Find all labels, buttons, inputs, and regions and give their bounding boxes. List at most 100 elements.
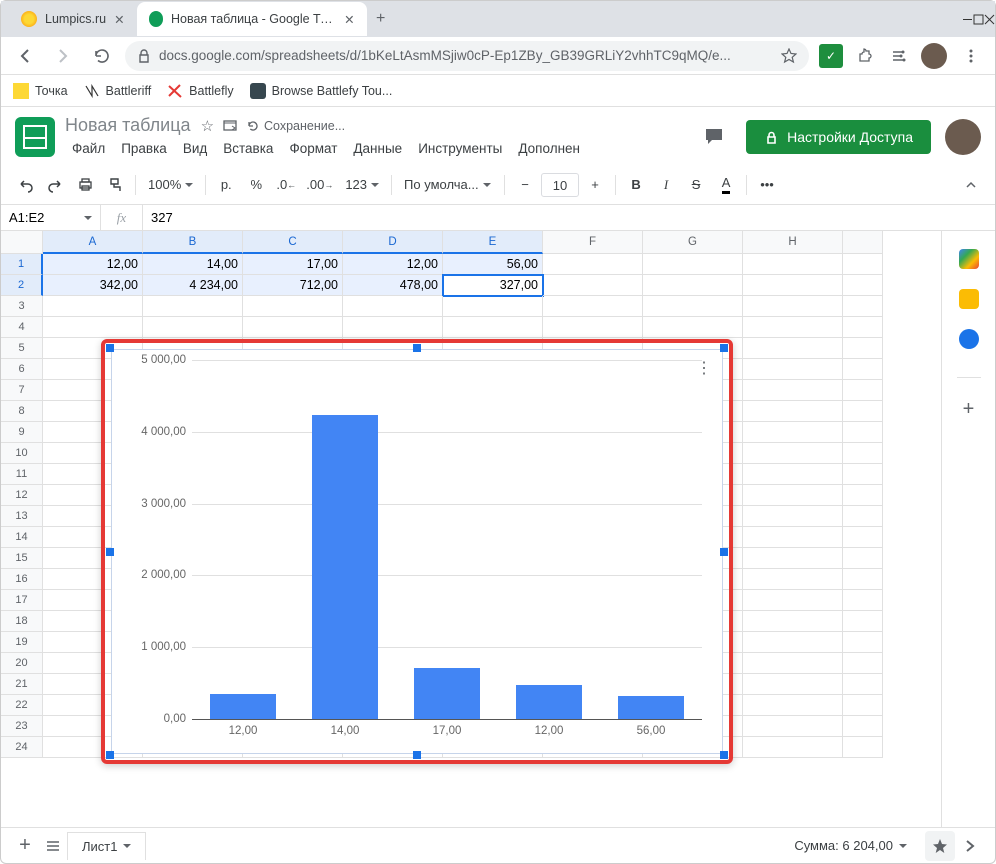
cell[interactable]	[843, 653, 883, 674]
percent-button[interactable]: %	[242, 171, 270, 199]
address-bar[interactable]: docs.google.com/spreadsheets/d/1bKeLtAsm…	[125, 41, 809, 71]
bold-button[interactable]: B	[622, 171, 650, 199]
add-sheet-button[interactable]: +	[11, 832, 39, 860]
cell[interactable]	[343, 296, 443, 317]
col-header-D[interactable]: D	[343, 231, 443, 254]
cell[interactable]	[843, 254, 883, 275]
cell[interactable]	[443, 317, 543, 338]
cell[interactable]	[843, 674, 883, 695]
browser-tab-0[interactable]: Lumpics.ru ✕	[9, 2, 137, 36]
move-icon[interactable]	[222, 117, 238, 135]
cell[interactable]	[743, 506, 843, 527]
extension-eq-icon[interactable]	[887, 44, 911, 68]
sheet-tab[interactable]: Лист1	[67, 832, 146, 860]
reload-button[interactable]	[87, 42, 115, 70]
cell[interactable]	[643, 275, 743, 296]
embedded-chart[interactable]: ⋮ 0,001 000,002 000,003 000,004 000,005 …	[111, 349, 723, 754]
cell[interactable]: 712,00	[243, 275, 343, 296]
cell[interactable]	[843, 338, 883, 359]
col-header-H[interactable]: H	[743, 231, 843, 254]
namebox[interactable]: A1:E2	[1, 205, 101, 230]
star-icon[interactable]: ☆	[201, 117, 214, 135]
cell[interactable]	[843, 359, 883, 380]
zoom-dropdown[interactable]: 100%	[142, 171, 199, 199]
cell[interactable]	[843, 548, 883, 569]
cell[interactable]	[843, 464, 883, 485]
cell[interactable]	[843, 527, 883, 548]
cell[interactable]	[743, 401, 843, 422]
cell[interactable]	[543, 275, 643, 296]
all-sheets-button[interactable]	[39, 832, 67, 860]
cell[interactable]: 56,00	[443, 254, 543, 275]
comments-button[interactable]	[696, 119, 732, 155]
close-icon[interactable]: ✕	[344, 12, 354, 27]
cell[interactable]	[743, 737, 843, 758]
row-header[interactable]: 14	[1, 527, 43, 548]
cell[interactable]	[643, 296, 743, 317]
number-format-dropdown[interactable]: 123	[339, 171, 385, 199]
row-header[interactable]: 13	[1, 506, 43, 527]
menu-addons[interactable]: Дополнен	[511, 138, 587, 159]
decrease-decimal-button[interactable]: .0←	[272, 171, 300, 199]
extension-check-icon[interactable]: ✓	[819, 44, 843, 68]
cell[interactable]: 478,00	[343, 275, 443, 296]
cell[interactable]	[743, 317, 843, 338]
cell[interactable]	[743, 485, 843, 506]
cell[interactable]	[743, 632, 843, 653]
select-all-corner[interactable]	[1, 231, 43, 254]
menu-format[interactable]: Формат	[282, 138, 344, 159]
col-header-E[interactable]: E	[443, 231, 543, 254]
cell[interactable]	[543, 254, 643, 275]
menu-data[interactable]: Данные	[346, 138, 409, 159]
cell[interactable]	[843, 317, 883, 338]
col-header-A[interactable]: A	[43, 231, 143, 254]
window-close-button[interactable]	[984, 14, 995, 25]
bookmark-3[interactable]: Browse Battlefy Tou...	[250, 83, 393, 99]
back-button[interactable]	[11, 42, 39, 70]
chart-bar[interactable]	[618, 696, 683, 719]
status-sum[interactable]: Сумма: 6 204,00	[784, 834, 917, 857]
cell[interactable]	[743, 569, 843, 590]
extensions-icon[interactable]	[853, 44, 877, 68]
browser-tab-1[interactable]: Новая таблица - Google Таблиц ✕	[137, 2, 367, 36]
cell[interactable]	[743, 380, 843, 401]
keep-icon[interactable]	[959, 289, 979, 309]
cell[interactable]	[843, 695, 883, 716]
cell[interactable]	[43, 317, 143, 338]
paint-format-button[interactable]	[101, 171, 129, 199]
cell[interactable]	[843, 485, 883, 506]
cell[interactable]	[743, 464, 843, 485]
cell[interactable]	[843, 443, 883, 464]
cell[interactable]	[843, 296, 883, 317]
row-header[interactable]: 17	[1, 590, 43, 611]
cell[interactable]	[743, 422, 843, 443]
cell[interactable]: 12,00	[43, 254, 143, 275]
tasks-icon[interactable]	[959, 329, 979, 349]
font-dropdown[interactable]: По умолча...	[398, 171, 498, 199]
collapse-toolbar-button[interactable]	[957, 171, 985, 199]
scroll-right-button[interactable]	[955, 839, 985, 853]
cell[interactable]	[843, 611, 883, 632]
row-header[interactable]: 10	[1, 443, 43, 464]
browser-menu-button[interactable]	[957, 42, 985, 70]
cell[interactable]	[743, 527, 843, 548]
cell[interactable]	[543, 296, 643, 317]
cell[interactable]	[843, 632, 883, 653]
profile-avatar[interactable]	[921, 43, 947, 69]
cell[interactable]	[743, 296, 843, 317]
row-header[interactable]: 18	[1, 611, 43, 632]
cell[interactable]: 327,00	[443, 275, 543, 296]
row-header[interactable]: 8	[1, 401, 43, 422]
cell[interactable]: 342,00	[43, 275, 143, 296]
cell[interactable]	[643, 317, 743, 338]
chart-bar[interactable]	[210, 694, 275, 719]
star-icon[interactable]	[781, 48, 797, 64]
doc-title[interactable]: Новая таблица	[65, 115, 191, 136]
col-header-G[interactable]: G	[643, 231, 743, 254]
fontsize-input[interactable]: 10	[541, 173, 579, 197]
user-avatar[interactable]	[945, 119, 981, 155]
cell[interactable]: 17,00	[243, 254, 343, 275]
cell[interactable]	[443, 296, 543, 317]
cell[interactable]	[843, 716, 883, 737]
forward-button[interactable]	[49, 42, 77, 70]
